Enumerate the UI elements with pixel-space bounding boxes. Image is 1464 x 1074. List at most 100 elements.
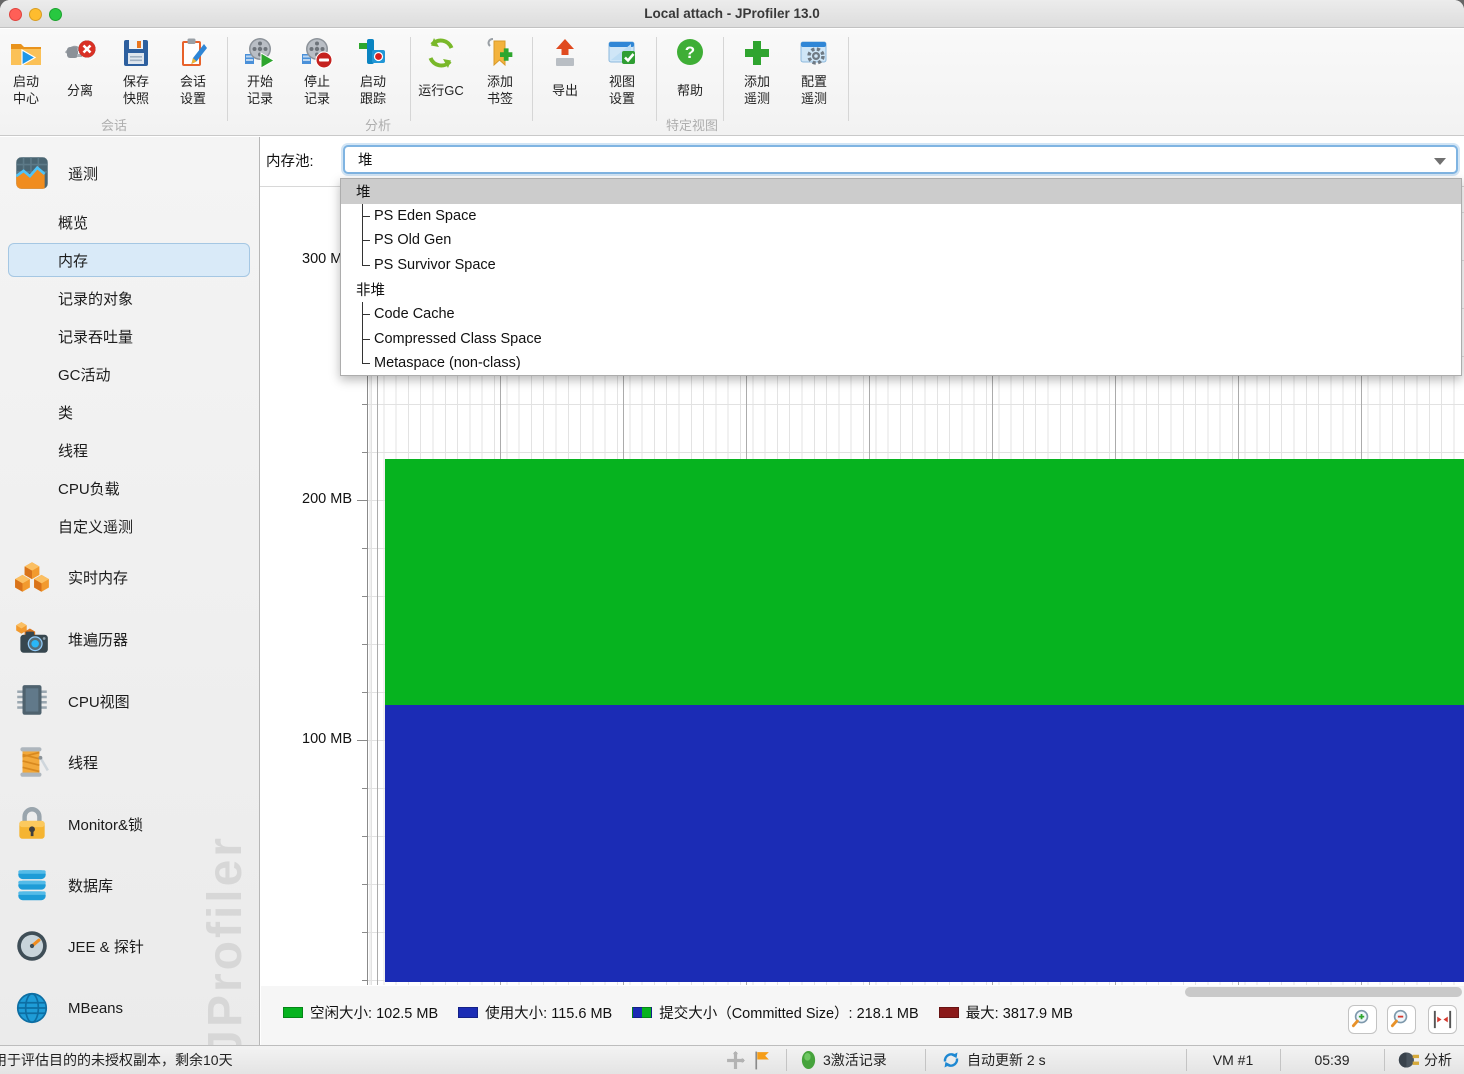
legend-item-used-size: 使用大小: 115.6 MB: [458, 1002, 612, 1023]
dropdown-option-compressed-class-space[interactable]: Compressed Class Space: [341, 327, 1461, 352]
toolbar-group-label-view-specific: 特定视图: [536, 115, 848, 134]
threads-views-icon: [13, 743, 51, 781]
button-label: 记录: [247, 90, 273, 107]
sidebar-section-label: 实时内存: [68, 567, 128, 588]
sidebar-item-label: 类: [58, 402, 73, 423]
jprofiler-watermark: JProfiler: [198, 835, 253, 1057]
dropdown-option-heap[interactable]: 堆: [341, 179, 1461, 204]
button-label: 遥测: [801, 90, 827, 107]
vm-selector[interactable]: VM #1: [1186, 1046, 1280, 1074]
session-settings-icon: [176, 36, 210, 70]
sidebar-section-telemetries[interactable]: 遥测: [0, 151, 260, 195]
button-label: 开始: [247, 73, 273, 90]
start-center-button[interactable]: 启动中心: [0, 36, 55, 108]
chevron-down-icon: [1434, 158, 1446, 165]
button-label: 快照: [123, 90, 149, 107]
tree-branch-icon: [358, 228, 371, 253]
button-label: 运行GC: [418, 82, 464, 99]
sidebar-section-label: JEE & 探针: [68, 936, 144, 957]
add-telemetry-button[interactable]: 添加遥测: [728, 36, 786, 108]
pan-tool-icon[interactable]: [726, 1046, 745, 1074]
zoom-in-button[interactable]: [1348, 1005, 1377, 1034]
sidebar-item-gc-activity[interactable]: GC活动: [8, 357, 250, 391]
sidebar-item-label: 自定义遥测: [58, 516, 133, 537]
session-settings-button[interactable]: 会话设置: [164, 36, 222, 108]
profiling-mode-text: 分析: [1424, 1046, 1452, 1074]
start-tracking-button[interactable]: 启动跟踪: [344, 36, 402, 108]
button-label: 遥测: [744, 90, 770, 107]
chart-y-major-tick: [357, 500, 367, 501]
monitors-locks-icon: [13, 805, 51, 843]
heap-walker-icon: [13, 620, 51, 658]
help-button[interactable]: ? 帮助: [661, 36, 719, 108]
auto-update-text[interactable]: 自动更新 2 s: [967, 1046, 1046, 1074]
databases-icon: [13, 866, 51, 904]
sidebar-section-threads-views[interactable]: 线程: [0, 740, 260, 784]
sidebar-section-label: 堆遍历器: [68, 629, 128, 650]
dropdown-option-code-cache[interactable]: Code Cache: [341, 302, 1461, 327]
sidebar-section-label: Monitor&锁: [68, 814, 143, 835]
sidebar-item-overview[interactable]: 概览: [8, 205, 250, 239]
auto-update-icon[interactable]: [941, 1046, 961, 1074]
live-memory-icon: [13, 558, 51, 596]
detach-button[interactable]: 分离: [51, 36, 109, 108]
zoom-in-icon: [1351, 1008, 1374, 1031]
dropdown-option-metaspace-non-class[interactable]: Metaspace (non-class): [341, 351, 1461, 376]
fit-to-window-button[interactable]: [1428, 1005, 1457, 1034]
profiling-mode-icon: [1398, 1046, 1419, 1074]
configure-telemetry-button[interactable]: 配置遥测: [785, 36, 843, 108]
elapsed-time: 05:39: [1280, 1046, 1384, 1074]
button-label: 保存: [123, 73, 149, 90]
start-recording-icon: [243, 36, 277, 70]
sidebar-section-live-memory[interactable]: 实时内存: [0, 555, 260, 599]
run-gc-button[interactable]: 运行GC: [412, 36, 470, 108]
bookmark-flag-icon[interactable]: [752, 1046, 771, 1074]
button-label: 跟踪: [360, 90, 386, 107]
recording-status-text[interactable]: 3激活记录: [823, 1046, 887, 1074]
dropdown-option-non-heap[interactable]: 非堆: [341, 277, 1461, 302]
stop-recording-button[interactable]: 停止记录: [288, 36, 346, 108]
export-icon: [548, 36, 582, 70]
sidebar-section-cpu-views[interactable]: CPU视图: [0, 679, 260, 723]
button-label: 会话: [180, 73, 206, 90]
sidebar-item-threads[interactable]: 线程: [8, 433, 250, 467]
dropdown-option-ps-survivor-space[interactable]: PS Survivor Space: [341, 253, 1461, 278]
sidebar-item-custom-telemetries[interactable]: 自定义遥测: [8, 509, 250, 543]
button-label: 配置: [801, 73, 827, 90]
sidebar-item-label: 线程: [58, 440, 88, 461]
mbeans-icon: [13, 989, 51, 1027]
sidebar-item-classes[interactable]: 类: [8, 395, 250, 429]
chart-y-label-100: 100 MB: [266, 731, 352, 751]
button-label: 添加: [744, 73, 770, 90]
sidebar-section-label: 遥测: [68, 163, 98, 184]
sidebar-item-memory[interactable]: 内存: [8, 243, 250, 277]
tree-branch-icon: [358, 302, 371, 327]
dropdown-option-ps-old-gen[interactable]: PS Old Gen: [341, 228, 1461, 253]
sidebar-item-label: CPU负载: [58, 478, 120, 499]
button-label: 添加: [487, 73, 513, 90]
license-status-text: 用于评估目的的未授权副本，剩余10天: [0, 1046, 233, 1074]
sidebar-section-heap-walker[interactable]: 堆遍历器: [0, 617, 260, 661]
sidebar-item-recorded-throughput[interactable]: 记录吞吐量: [8, 319, 250, 353]
chart-area-used-size: [385, 705, 1464, 982]
free-size-swatch: [283, 1007, 303, 1018]
sidebar-item-recorded-objects[interactable]: 记录的对象: [8, 281, 250, 315]
sidebar-section-label: 数据库: [68, 875, 113, 896]
export-button[interactable]: 导出: [536, 36, 594, 108]
add-telemetry-icon: [740, 36, 774, 70]
titlebar: Local attach - JProfiler 13.0: [0, 0, 1464, 28]
add-bookmark-button[interactable]: 添加书签: [471, 36, 529, 108]
zoom-out-button[interactable]: [1387, 1005, 1416, 1034]
dropdown-option-ps-eden-space[interactable]: PS Eden Space: [341, 204, 1461, 229]
button-label: 停止: [304, 73, 330, 90]
sidebar-item-cpu-load[interactable]: CPU负载: [8, 471, 250, 505]
toolbar-group-label-session: 会话: [0, 115, 228, 134]
memory-pool-dropdown: 堆 PS Eden Space PS Old Gen PS Survivor S…: [340, 178, 1462, 376]
view-settings-button[interactable]: 视图设置: [593, 36, 651, 108]
button-label: 分离: [67, 82, 93, 99]
save-snapshot-icon: [119, 36, 153, 70]
start-recording-button[interactable]: 开始记录: [231, 36, 289, 108]
horizontal-scrollbar[interactable]: [1185, 987, 1462, 997]
memory-pool-combobox[interactable]: 堆: [343, 145, 1458, 174]
save-snapshot-button[interactable]: 保存快照: [107, 36, 165, 108]
